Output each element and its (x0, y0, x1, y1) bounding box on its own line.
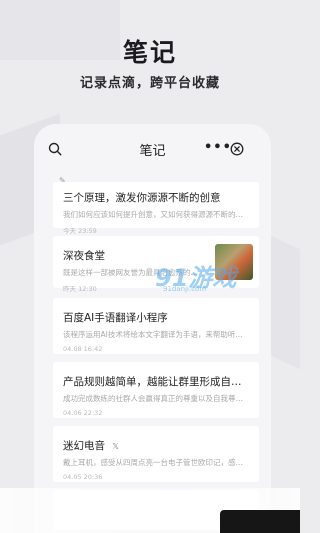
note-card[interactable]: 产品规则越简单，越能让群里形成自发互动 成功完成数练的社群人会赢得真正的尊重以及… (53, 362, 259, 418)
note-thumbnail (215, 244, 253, 280)
note-title: 产品规则越简单，越能让群里形成自发互动 (63, 376, 249, 388)
note-card[interactable]: 迷幻电音 𝕏 戴上耳机，感受从四周点亮一台电子管世欧印记，感受厚 04.05 2… (53, 426, 259, 482)
note-card[interactable]: 三个原理，激发你源源不断的创意 我们如何应该如何提升创意，又如何获得源源不断的创… (53, 182, 259, 235)
note-title: 迷幻电音 (63, 440, 105, 452)
note-card[interactable]: 深夜食堂 既是这样一部被网友誉为最具治愈系的... 昨天 12:30 (53, 236, 259, 293)
more-button[interactable]: ••• (204, 140, 232, 155)
phone-mockup: 笔记 ••• ✎ 三个原理，激发你源源不断的创意 我们如何应该如何提升创意，又如… (34, 124, 271, 533)
close-icon[interactable] (230, 142, 244, 156)
note-date: 昨天 12:30 (63, 285, 97, 293)
note-snippet: 该程序运用AI技术将绘本文字翻译为手语，来帮助听... (63, 330, 243, 339)
note-title: 三个原理，激发你源源不断的创意 (63, 192, 221, 204)
top-bar: 笔记 ••• (34, 124, 271, 174)
note-snippet: 既是这样一部被网友誉为最具治愈系的... (63, 268, 198, 277)
note-date: 今天 23:59 (63, 227, 97, 235)
note-date: 04.08 16:42 (63, 345, 103, 353)
note-date: 04.06 22:32 (63, 409, 103, 417)
note-title: 百度AI手语翻译小程序 (63, 312, 168, 324)
x-icon: 𝕏 (112, 442, 119, 451)
hero-subtitle: 记录点滴，跨平台收藏 (79, 76, 220, 91)
note-card[interactable]: 百度AI手语翻译小程序 该程序运用AI技术将绘本文字翻译为手语，来帮助听... … (53, 298, 259, 354)
note-date: 04.05 20:36 (63, 473, 103, 481)
hero-title: 笔记 (122, 38, 177, 67)
corner-watermark (220, 510, 300, 533)
note-snippet: 戴上耳机，感受从四周点亮一台电子管世欧印记，感受厚 (63, 458, 249, 467)
note-snippet: 成功完成数练的社群人会赢得真正的尊重以及自我尊重达... (63, 394, 249, 403)
note-snippet: 我们如何应该如何提升创意，又如何获得源源不断的创意 (63, 210, 249, 219)
